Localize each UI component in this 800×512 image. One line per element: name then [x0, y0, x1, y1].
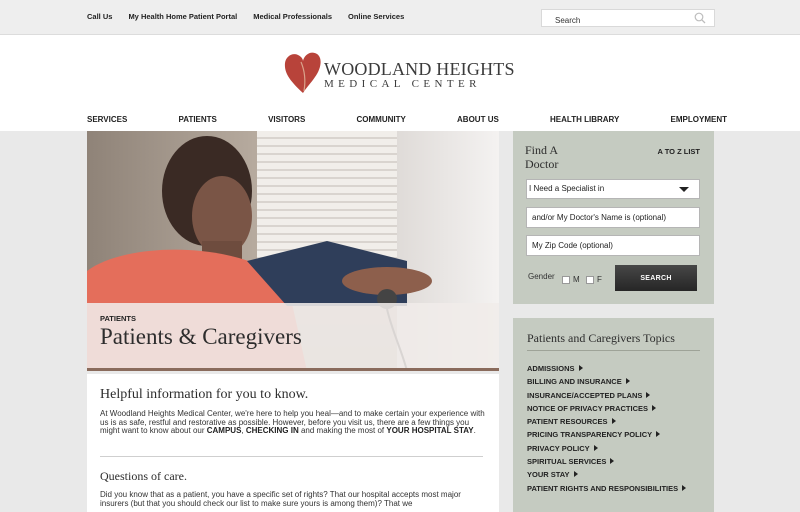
caret-right-icon — [656, 431, 661, 438]
topics-panel: Patients and Caregivers Topics ADMISSION… — [513, 318, 714, 512]
intro-text-2: and making the most of — [298, 426, 387, 436]
caret-right-icon — [573, 471, 578, 478]
article-paragraph: Did you know that as a patient, you have… — [100, 490, 461, 508]
main-article: Helpful information for you to know. At … — [87, 374, 499, 512]
topic-label: PRICING TRANSPARENCY POLICY — [527, 430, 653, 440]
online-services-link[interactable]: Online Services — [348, 12, 404, 21]
topic-patient-resources[interactable]: PATIENT RESOURCES — [527, 415, 686, 428]
article-divider — [100, 456, 483, 457]
topic-label: PATIENT RESOURCES — [527, 417, 608, 427]
intro-period: . — [473, 426, 476, 436]
hero-banner: PATIENTS Patients & Caregivers — [87, 131, 499, 371]
topic-label: SPIRITUAL SERVICES — [527, 457, 607, 467]
nav-about-us[interactable]: ABOUT US — [457, 115, 499, 124]
topic-label: YOUR STAY — [527, 470, 570, 480]
heart-logo-icon — [284, 52, 321, 93]
topic-insurance-accepted-plans[interactable]: INSURANCE/ACCEPTED PLANS — [527, 389, 686, 402]
logo-wordmark: WOODLAND HEIGHTS — [324, 59, 515, 79]
caret-right-icon — [610, 458, 615, 465]
logo-subtitle: MEDICAL CENTER — [324, 78, 481, 90]
specialist-select[interactable]: I Need a Specialist in — [526, 179, 700, 199]
nav-services[interactable]: SERVICES — [87, 115, 127, 124]
site-search — [541, 9, 715, 29]
topic-label: NOTICE OF PRIVACY PRACTICES — [527, 403, 648, 413]
nav-community[interactable]: COMMUNITY — [357, 115, 406, 124]
article-intro: At Woodland Heights Medical Center, we'r… — [100, 409, 485, 436]
search-input[interactable] — [542, 12, 682, 29]
topic-patient-rights[interactable]: PATIENT RIGHTS AND RESPONSIBILITIES — [527, 482, 687, 495]
caret-right-icon — [646, 391, 651, 398]
nav-visitors[interactable]: VISITORS — [268, 115, 305, 124]
page-title: Patients & Caregivers — [100, 324, 302, 349]
utility-links: Call Us My Health Home Patient Portal Me… — [87, 12, 420, 21]
find-doctor-title: Find A Doctor — [525, 143, 559, 171]
a-to-z-list-link[interactable]: A TO Z LIST — [658, 147, 701, 156]
find-doctor-widget: Find A Doctor A TO Z LIST I Need a Speci… — [513, 131, 714, 304]
topic-privacy-policy[interactable]: PRIVACY POLICY — [527, 442, 686, 455]
caret-right-icon — [593, 444, 598, 451]
checking-in-link[interactable]: CHECKING IN — [246, 426, 299, 435]
medical-professionals-link[interactable]: Medical Professionals — [253, 12, 332, 21]
site-logo[interactable]: WOODLAND HEIGHTS MEDICAL CENTER — [284, 49, 524, 99]
nav-employment[interactable]: EMPLOYMENT — [671, 115, 727, 124]
hero-kicker: PATIENTS — [100, 314, 136, 323]
topic-label: INSURANCE/ACCEPTED PLANS — [527, 390, 643, 400]
hero-caption: PATIENTS Patients & Caregivers — [87, 303, 499, 371]
nav-patients[interactable]: PATIENTS — [179, 115, 217, 124]
topics-divider — [527, 350, 700, 351]
patient-portal-link[interactable]: My Health Home Patient Portal — [128, 12, 237, 21]
find-doctor-search-button[interactable]: SEARCH — [615, 265, 697, 291]
gender-label: Gender — [528, 272, 555, 281]
topic-label: PATIENT RIGHTS AND RESPONSIBILITIES — [527, 483, 679, 493]
nav-health-library[interactable]: HEALTH LIBRARY — [550, 115, 619, 124]
caret-right-icon — [682, 484, 687, 491]
caret-right-icon — [611, 418, 616, 425]
search-icon[interactable] — [694, 12, 706, 24]
topics-list: ADMISSIONS BILLING AND INSURANCE INSURAN… — [527, 362, 687, 495]
caret-right-icon — [625, 378, 630, 385]
zip-code-field[interactable] — [526, 235, 700, 256]
caret-right-icon — [578, 365, 583, 371]
topic-label: ADMISSIONS — [527, 364, 575, 373]
caret-right-icon — [652, 404, 656, 411]
topic-billing-and-insurance[interactable]: BILLING AND INSURANCE — [527, 375, 686, 388]
campus-link[interactable]: CAMPUS — [207, 426, 242, 435]
topic-spiritual-services[interactable]: SPIRITUAL SERVICES — [527, 455, 686, 468]
article-subheading: Questions of care. — [100, 469, 187, 483]
topic-admissions[interactable]: ADMISSIONS — [527, 362, 686, 375]
gender-male-checkbox[interactable] — [562, 276, 570, 284]
gender-female-label: F — [597, 275, 602, 284]
article-heading: Helpful information for you to know. — [100, 387, 309, 402]
gender-male-label: M — [573, 275, 580, 284]
topics-title: Patients and Caregivers Topics — [527, 331, 675, 345]
call-us-link[interactable]: Call Us — [87, 12, 112, 21]
topic-pricing-transparency-policy[interactable]: PRICING TRANSPARENCY POLICY — [527, 428, 686, 441]
specialist-select-value: I Need a Specialist in — [529, 184, 605, 193]
your-hospital-stay-link[interactable]: YOUR HOSPITAL STAY — [386, 426, 473, 435]
topic-label: BILLING AND INSURANCE — [527, 377, 622, 387]
gender-female-checkbox[interactable] — [586, 276, 594, 284]
topic-notice-of-privacy-practices[interactable]: NOTICE OF PRIVACY PRACTICES — [527, 402, 686, 415]
topic-your-stay[interactable]: YOUR STAY — [527, 468, 686, 481]
chevron-down-icon — [679, 187, 689, 192]
doctor-name-field[interactable] — [526, 207, 700, 228]
main-nav: SERVICES PATIENTS VISITORS COMMUNITY ABO… — [87, 115, 727, 124]
utility-bar: Call Us My Health Home Patient Portal Me… — [0, 0, 800, 35]
topic-label: PRIVACY POLICY — [527, 443, 590, 453]
